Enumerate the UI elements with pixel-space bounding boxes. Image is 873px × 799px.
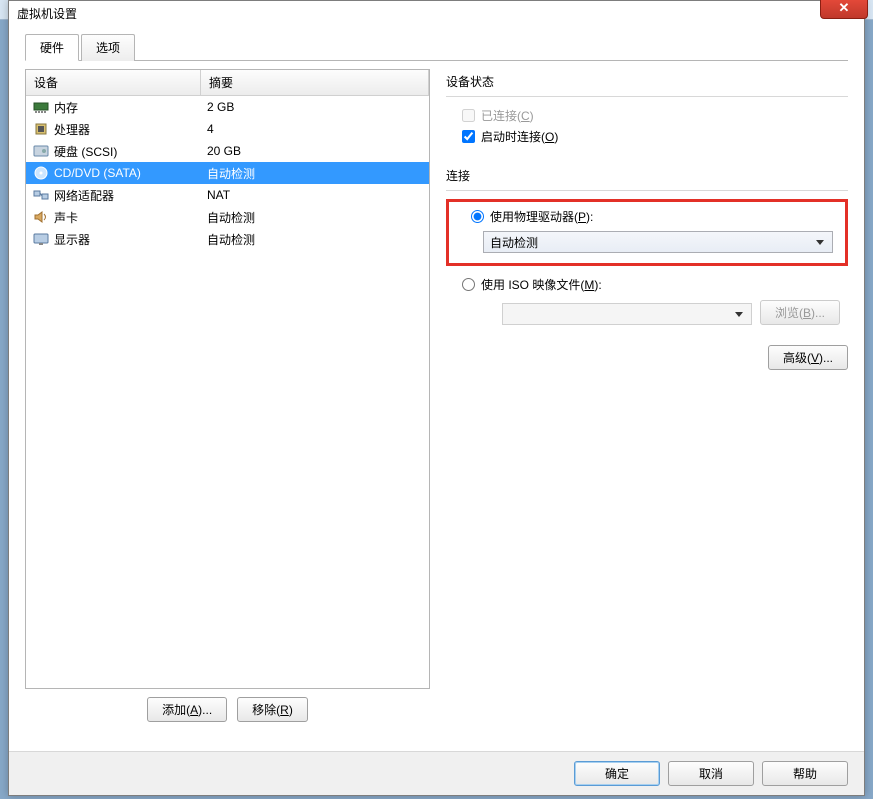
cd-icon: [32, 165, 50, 181]
help-button[interactable]: 帮助: [762, 761, 848, 786]
device-status-group: 设备状态 已连接(C) 启动时连接(O): [446, 69, 848, 147]
device-summary: 自动检测: [207, 209, 429, 226]
connection-title: 连接: [446, 163, 848, 184]
device-row[interactable]: 处理器 4: [26, 118, 429, 140]
device-name: 内存: [54, 99, 78, 116]
cancel-button[interactable]: 取消: [668, 761, 754, 786]
device-name: CD/DVD (SATA): [54, 166, 141, 180]
connect-at-power-checkbox[interactable]: [462, 130, 475, 143]
device-row[interactable]: 声卡 自动检测: [26, 206, 429, 228]
display-icon: [32, 231, 50, 247]
connect-at-power-checkbox-row[interactable]: 启动时连接(O): [446, 126, 848, 147]
device-summary: 自动检测: [207, 231, 429, 248]
device-row[interactable]: 显示器 自动检测: [26, 228, 429, 250]
device-summary: 自动检测: [207, 165, 429, 182]
tab-hardware[interactable]: 硬件: [25, 34, 79, 61]
connection-group: 连接 使用物理驱动器(P): 自动检测 使用 ISO 映像文件(M): [446, 163, 848, 370]
advanced-button[interactable]: 高级(V)...: [768, 345, 848, 370]
use-iso-radio-row[interactable]: 使用 ISO 映像文件(M):: [446, 274, 848, 295]
use-physical-radio-row[interactable]: 使用物理驱动器(P):: [455, 206, 839, 227]
device-name: 硬盘 (SCSI): [54, 143, 117, 160]
ok-button[interactable]: 确定: [574, 761, 660, 786]
device-name: 网络适配器: [54, 187, 114, 204]
device-table: 设备 摘要 内存 2 GB 处理器 4 硬盘 (SCSI) 20 GB CD/D…: [25, 69, 430, 689]
device-summary: 2 GB: [207, 100, 429, 114]
net-icon: [32, 187, 50, 203]
close-icon: ✕: [839, 0, 850, 16]
use-iso-radio[interactable]: [462, 278, 475, 291]
col-header-device[interactable]: 设备: [26, 70, 201, 95]
dialog-footer: 确定 取消 帮助: [9, 751, 864, 795]
physical-drive-highlight: 使用物理驱动器(P): 自动检测: [446, 199, 848, 266]
iso-file-combo: [502, 303, 752, 325]
physical-drive-combo[interactable]: 自动检测: [483, 231, 833, 253]
connected-checkbox: [462, 109, 475, 122]
memory-icon: [32, 99, 50, 115]
dialog-titlebar: 虚拟机设置: [9, 1, 864, 25]
device-summary: 4: [207, 122, 429, 136]
device-name: 显示器: [54, 231, 90, 248]
use-physical-radio[interactable]: [471, 210, 484, 223]
device-row[interactable]: 网络适配器 NAT: [26, 184, 429, 206]
device-summary: 20 GB: [207, 144, 429, 158]
device-name: 声卡: [54, 209, 78, 226]
close-button[interactable]: ✕: [820, 0, 868, 19]
vm-settings-dialog: ✕ 虚拟机设置 硬件 选项 设备 摘要 内存 2 GB 处理器: [8, 0, 865, 796]
tab-bar: 硬件 选项: [25, 33, 848, 61]
connected-checkbox-row: 已连接(C): [446, 105, 848, 126]
device-name: 处理器: [54, 121, 90, 138]
tab-options[interactable]: 选项: [81, 34, 135, 61]
physical-drive-value: 自动检测: [490, 234, 538, 251]
device-row[interactable]: CD/DVD (SATA) 自动检测: [26, 162, 429, 184]
device-summary: NAT: [207, 188, 429, 202]
device-row[interactable]: 硬盘 (SCSI) 20 GB: [26, 140, 429, 162]
remove-button[interactable]: 移除(R): [237, 697, 308, 722]
sound-icon: [32, 209, 50, 225]
browse-button: 浏览(B)...: [760, 300, 840, 325]
cpu-icon: [32, 121, 50, 137]
device-table-header: 设备 摘要: [26, 70, 429, 96]
add-button[interactable]: 添加(A)...: [147, 697, 227, 722]
device-row[interactable]: 内存 2 GB: [26, 96, 429, 118]
col-header-summary[interactable]: 摘要: [201, 70, 429, 95]
device-status-title: 设备状态: [446, 69, 848, 90]
disk-icon: [32, 143, 50, 159]
dialog-title: 虚拟机设置: [17, 5, 77, 22]
